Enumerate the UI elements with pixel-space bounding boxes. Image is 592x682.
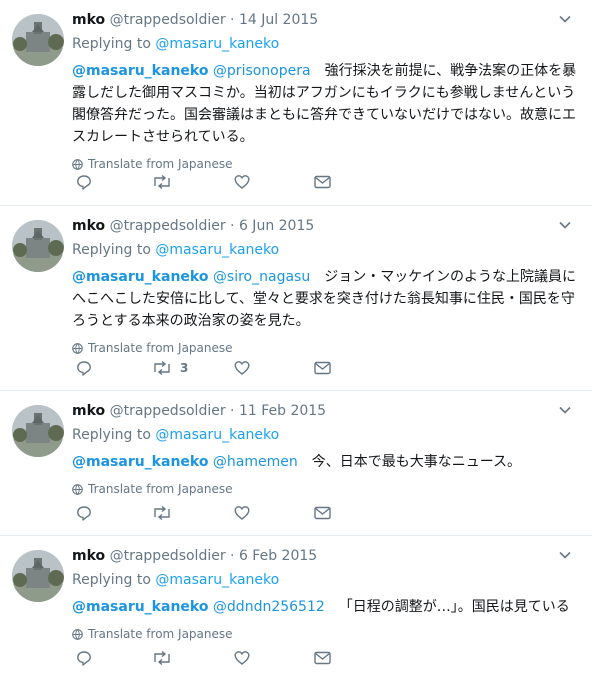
tweet-text: @masaru_kaneko @siro_nagasu ジョン・マッケインのような… bbox=[72, 266, 580, 332]
globe-icon bbox=[72, 628, 83, 640]
like-button[interactable] bbox=[234, 503, 250, 523]
reply-icon bbox=[77, 361, 91, 376]
mention-link[interactable]: @masaru_kaneko bbox=[72, 599, 208, 615]
translate-link[interactable]: Translate from Japanese bbox=[72, 156, 580, 172]
reply-button[interactable] bbox=[76, 358, 92, 378]
retweet-icon bbox=[154, 650, 170, 666]
separator-dot: · bbox=[230, 218, 235, 234]
like-button[interactable] bbox=[234, 172, 250, 192]
reply-icon bbox=[77, 651, 91, 666]
translate-link[interactable]: Translate from Japanese bbox=[72, 481, 580, 497]
heart-icon bbox=[234, 651, 250, 665]
reply-icon bbox=[77, 506, 91, 521]
translate-label[interactable]: Translate from Japanese bbox=[88, 156, 233, 172]
replying-to: Replying to @masaru_kaneko bbox=[72, 34, 580, 54]
retweet-button[interactable]: 3 bbox=[152, 358, 188, 378]
globe-icon bbox=[72, 342, 83, 354]
replying-to-link[interactable]: @masaru_kaneko bbox=[155, 572, 279, 588]
tweet-body: 「日程の調整が…」。国民は見ている bbox=[338, 599, 570, 615]
mention-link[interactable]: @hamemen bbox=[213, 454, 298, 470]
separator-dot: · bbox=[230, 12, 235, 28]
user-handle[interactable]: @trappedsoldier bbox=[110, 12, 226, 28]
globe-icon bbox=[72, 483, 83, 495]
reply-button[interactable] bbox=[76, 503, 92, 523]
reply-button[interactable] bbox=[76, 172, 92, 192]
display-name[interactable]: mko bbox=[72, 403, 105, 419]
replying-prefix: Replying to bbox=[72, 242, 151, 258]
reply-button[interactable] bbox=[76, 648, 92, 668]
tweet[interactable]: mko @trappedsoldier · 6 Jun 2015 Replyin… bbox=[0, 206, 592, 391]
replying-to: Replying to @masaru_kaneko bbox=[72, 570, 580, 590]
replying-to-link[interactable]: @masaru_kaneko bbox=[155, 427, 279, 443]
retweet-count: 3 bbox=[180, 361, 189, 375]
tweet-date[interactable]: 6 Jun 2015 bbox=[239, 218, 314, 234]
mention-link[interactable]: @masaru_kaneko bbox=[72, 63, 208, 79]
heart-icon bbox=[234, 361, 250, 375]
display-name[interactable]: mko bbox=[72, 12, 105, 28]
user-handle[interactable]: @trappedsoldier bbox=[110, 218, 226, 234]
chevron-down-icon[interactable] bbox=[558, 548, 572, 562]
replying-to-link[interactable]: @masaru_kaneko bbox=[155, 242, 279, 258]
translate-label[interactable]: Translate from Japanese bbox=[88, 626, 233, 642]
mention-link[interactable]: @masaru_kaneko bbox=[72, 454, 208, 470]
replying-to: Replying to @masaru_kaneko bbox=[72, 240, 580, 260]
chevron-down-icon[interactable] bbox=[558, 403, 572, 417]
separator-dot: · bbox=[230, 548, 235, 564]
heart-icon bbox=[234, 506, 250, 520]
mention-link[interactable]: @ddndn256512 bbox=[213, 599, 325, 615]
replying-prefix: Replying to bbox=[72, 36, 151, 52]
tweet[interactable]: mko @trappedsoldier · 14 Jul 2015 Replyi… bbox=[0, 0, 592, 206]
retweet-button[interactable] bbox=[152, 503, 180, 523]
envelope-icon bbox=[314, 175, 331, 189]
like-button[interactable] bbox=[234, 648, 250, 668]
chevron-down-icon[interactable] bbox=[558, 218, 572, 232]
mention-link[interactable]: @siro_nagasu bbox=[213, 269, 310, 285]
display-name[interactable]: mko bbox=[72, 548, 105, 564]
retweet-button[interactable] bbox=[152, 172, 180, 192]
direct-message-button[interactable] bbox=[314, 358, 331, 378]
tweet-text: @masaru_kaneko @ddndn256512 「日程の調整が…」。国民は… bbox=[72, 596, 580, 618]
translate-label[interactable]: Translate from Japanese bbox=[88, 481, 233, 497]
tweet-text: @masaru_kaneko @hamemen 今、日本で最も大事なニュース。 bbox=[72, 451, 580, 473]
mention-link[interactable]: @masaru_kaneko bbox=[72, 269, 208, 285]
direct-message-button[interactable] bbox=[314, 503, 331, 523]
translate-label[interactable]: Translate from Japanese bbox=[88, 340, 233, 356]
direct-message-button[interactable] bbox=[314, 648, 331, 668]
like-button[interactable] bbox=[234, 358, 250, 378]
replying-to: Replying to @masaru_kaneko bbox=[72, 425, 580, 445]
translate-link[interactable]: Translate from Japanese bbox=[72, 340, 580, 356]
direct-message-button[interactable] bbox=[314, 172, 331, 192]
avatar[interactable] bbox=[12, 220, 64, 272]
replying-prefix: Replying to bbox=[72, 572, 151, 588]
translate-link[interactable]: Translate from Japanese bbox=[72, 626, 580, 642]
avatar[interactable] bbox=[12, 550, 64, 602]
user-handle[interactable]: @trappedsoldier bbox=[110, 403, 226, 419]
tweet-text: @masaru_kaneko @prisonopera 強行採決を前提に、戦争法案… bbox=[72, 60, 580, 148]
chevron-down-icon[interactable] bbox=[558, 12, 572, 26]
envelope-icon bbox=[314, 651, 331, 665]
tweet-date[interactable]: 14 Jul 2015 bbox=[239, 12, 318, 28]
tweet-body: 今、日本で最も大事なニュース。 bbox=[311, 454, 522, 470]
user-handle[interactable]: @trappedsoldier bbox=[110, 548, 226, 564]
tweet[interactable]: mko @trappedsoldier · 11 Feb 2015 Replyi… bbox=[0, 391, 592, 536]
replying-to-link[interactable]: @masaru_kaneko bbox=[155, 36, 279, 52]
reply-icon bbox=[77, 175, 91, 190]
retweet-icon bbox=[154, 505, 170, 521]
separator-dot: · bbox=[230, 403, 235, 419]
display-name[interactable]: mko bbox=[72, 218, 105, 234]
retweet-icon bbox=[154, 174, 170, 190]
envelope-icon bbox=[314, 361, 331, 375]
avatar[interactable] bbox=[12, 405, 64, 457]
tweet[interactable]: mko @trappedsoldier · 6 Feb 2015 Replyin… bbox=[0, 536, 592, 682]
tweet-date[interactable]: 6 Feb 2015 bbox=[239, 548, 317, 564]
mention-link[interactable]: @prisonopera bbox=[213, 63, 311, 79]
retweet-button[interactable] bbox=[152, 648, 180, 668]
heart-icon bbox=[234, 175, 250, 189]
retweet-icon bbox=[154, 360, 170, 376]
tweet-date[interactable]: 11 Feb 2015 bbox=[239, 403, 326, 419]
replying-prefix: Replying to bbox=[72, 427, 151, 443]
envelope-icon bbox=[314, 506, 331, 520]
avatar[interactable] bbox=[12, 14, 64, 66]
globe-icon bbox=[72, 158, 83, 170]
